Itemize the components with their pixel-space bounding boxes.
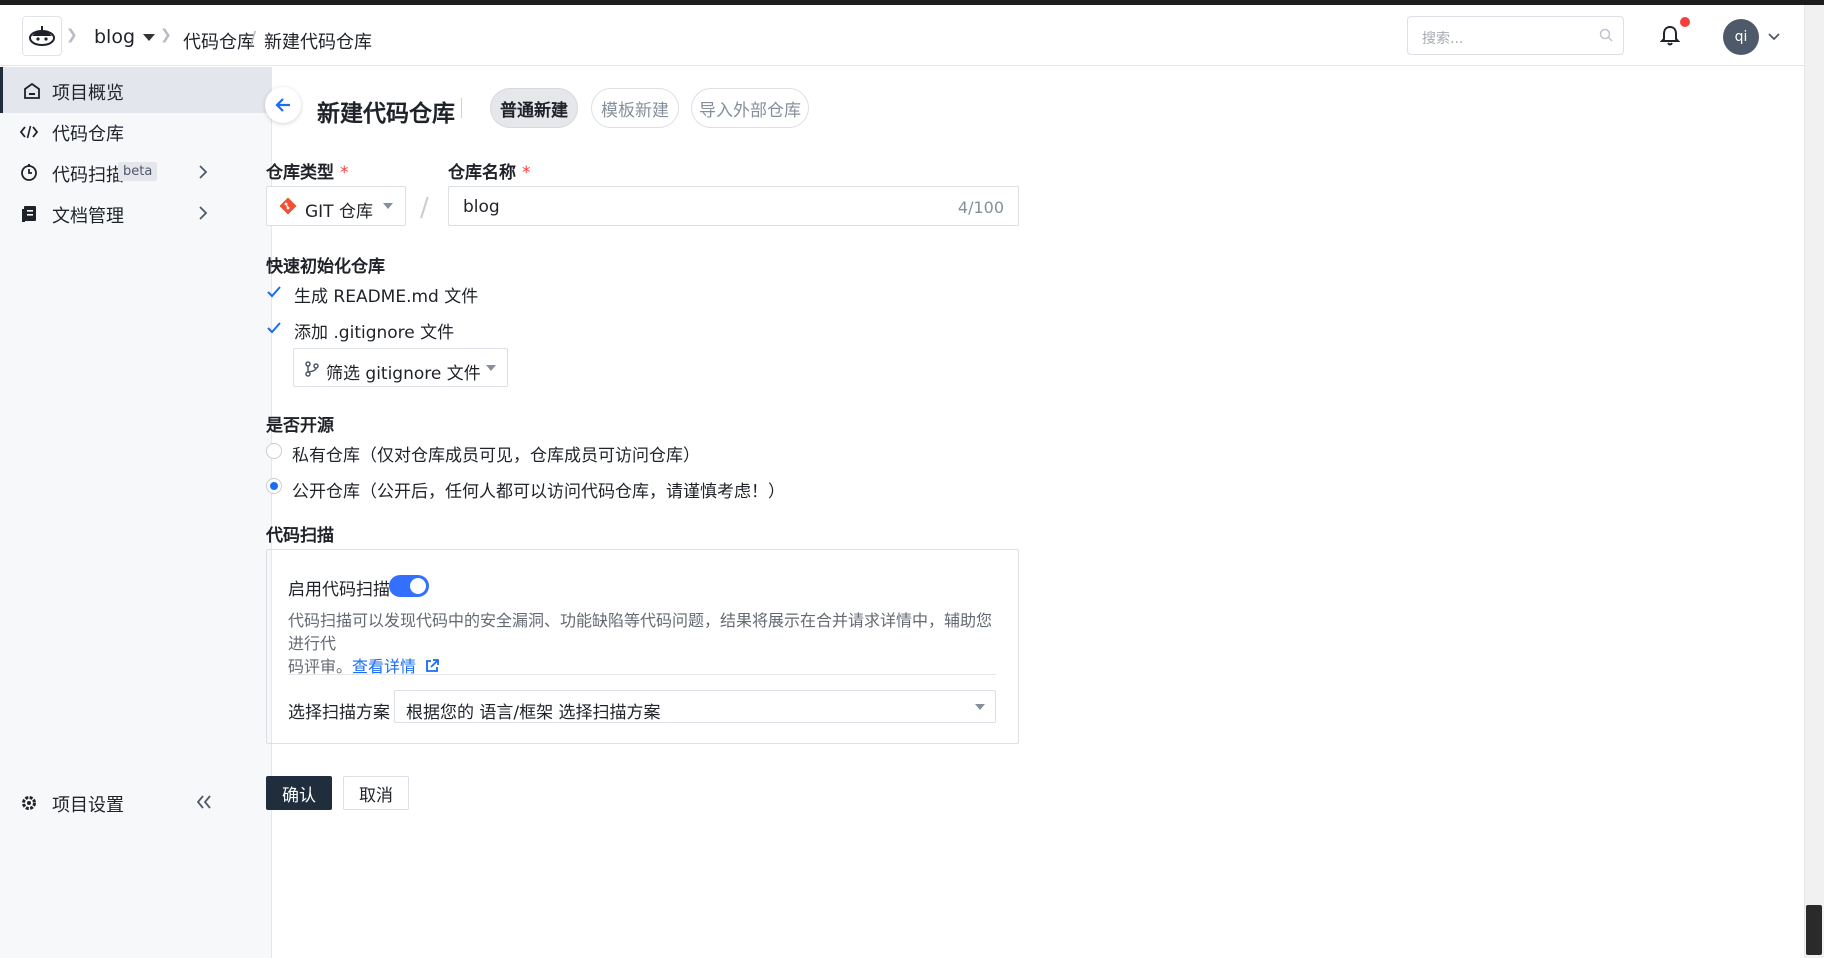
page-scrollbar[interactable] [1804,5,1824,958]
check-icon [267,322,281,334]
collapse-icon[interactable] [196,795,212,809]
breadcrumb-current: 新建代码仓库 [264,32,372,53]
branch-icon [305,361,319,377]
bell-icon[interactable] [1660,25,1680,47]
open-source-label: 是否开源 [266,416,334,436]
sidebar: 项目概览 代码仓库 代码扫描 beta 文档管理 项目设置 [0,67,272,958]
document-icon [19,204,39,224]
scan-desc-line1: 代码扫描可以发现代码中的安全漏洞、功能缺陷等代码问题，结果将展示在合并请求详情中… [288,611,993,653]
title-divider [461,98,462,118]
scan-plan-select[interactable]: 根据您的 语言/框架 选择扫描方案 [394,690,996,723]
code-icon [19,122,39,142]
scan-description: 代码扫描可以发现代码中的安全漏洞、功能缺陷等代码问题，结果将展示在合并请求详情中… [288,609,1003,678]
scan-icon [19,163,39,183]
tab-import-external[interactable]: 导入外部仓库 [691,88,809,128]
chevron-down-icon [486,365,496,371]
repo-type-label-text: 仓库类型 [266,163,334,183]
sidebar-item-label: 代码扫描 [52,165,124,186]
private-label[interactable]: 私有仓库（仅对仓库成员可见，仓库成员可访问仓库） [292,441,700,466]
char-counter: 4/100 [957,198,1004,217]
sidebar-item-docs[interactable]: 文档管理 [0,190,271,236]
sidebar-item-label: 文档管理 [52,206,124,227]
public-radio[interactable] [266,478,282,494]
breadcrumb-separator: / [250,28,257,49]
breadcrumb-project-label: blog [94,26,136,48]
chevron-down-icon [383,203,393,209]
search-input[interactable]: 搜索... [1407,16,1624,55]
home-icon [22,81,42,101]
top-header: ❯ blog ❯ 代码仓库 / 新建代码仓库 搜索... qi [0,5,1804,66]
tab-template-create[interactable]: 模板新建 [591,88,679,128]
sidebar-item-code-scan[interactable]: 代码扫描 beta [0,149,271,195]
sidebar-item-label: 项目概览 [52,83,124,104]
chevron-right-icon [199,165,208,179]
notification-dot [1680,17,1690,27]
back-button[interactable] [265,87,301,123]
sidebar-item-label: 代码仓库 [52,124,124,145]
scan-divider [288,674,996,675]
repo-name-value: blog [463,197,500,217]
gitignore-select-value: 筛选 gitignore 文件 [326,364,481,384]
readme-checkbox[interactable] [266,284,282,300]
readme-label[interactable]: 生成 README.md 文件 [294,282,478,307]
avatar[interactable]: qi [1723,19,1759,55]
sidebar-item-repos[interactable]: 代码仓库 [0,108,271,154]
path-separator: / [420,193,429,223]
scan-plan-value: 根据您的 语言/框架 选择扫描方案 [406,703,661,723]
scrollbar-thumb[interactable] [1806,905,1822,955]
check-icon [267,286,281,298]
sidebar-item-label: 项目设置 [52,795,124,816]
scan-section-label: 代码扫描 [266,526,334,546]
enable-scan-label: 启用代码扫描 [288,580,390,600]
gitignore-checkbox[interactable] [266,320,282,336]
gitignore-select[interactable]: 筛选 gitignore 文件 [293,348,508,387]
confirm-button[interactable]: 确认 [266,776,332,810]
required-mark: * [340,163,349,183]
required-mark: * [522,163,531,183]
chevron-down-icon[interactable] [1768,33,1780,41]
scan-panel: 启用代码扫描 代码扫描可以发现代码中的安全漏洞、功能缺陷等代码问题，结果将展示在… [266,549,1019,744]
git-icon [279,197,297,215]
chevron-right-icon: ❯ [160,27,172,43]
repo-name-label: 仓库名称 * [448,158,531,183]
breadcrumb-project[interactable]: blog [94,26,156,48]
search-icon [1599,28,1613,42]
repo-name-label-text: 仓库名称 [448,163,516,183]
page-title: 新建代码仓库 [317,101,455,127]
tab-normal-create[interactable]: 普通新建 [490,88,578,128]
breadcrumb-repos[interactable]: 代码仓库 [183,28,255,54]
public-label[interactable]: 公开仓库（公开后，任何人都可以访问代码仓库，请谨慎考虑！） [292,477,785,502]
chevron-down-icon [975,704,985,710]
beta-badge: beta [118,162,158,181]
sidebar-item-overview[interactable]: 项目概览 [0,67,271,113]
sidebar-item-settings[interactable]: 项目设置 [0,779,271,825]
cancel-button[interactable]: 取消 [343,776,409,810]
gear-icon [19,793,39,813]
external-link-icon[interactable] [425,659,440,673]
quick-init-label: 快速初始化仓库 [266,257,385,277]
repo-name-input[interactable]: blog 4/100 [448,186,1019,226]
gitignore-label[interactable]: 添加 .gitignore 文件 [294,318,454,343]
chevron-down-icon [143,34,156,41]
repo-type-label: 仓库类型 * [266,158,349,183]
scan-plan-label: 选择扫描方案 [288,703,390,723]
main-content: 新建代码仓库 普通新建 模板新建 导入外部仓库 仓库类型 * 仓库名称 * GIT … [265,67,1804,958]
enable-scan-toggle[interactable] [389,575,429,597]
private-radio[interactable] [266,443,282,459]
logo-icon [29,26,55,46]
search-placeholder: 搜索... [1422,31,1464,47]
chevron-right-icon [199,206,208,220]
arrow-left-icon [275,98,290,112]
repo-type-value: GIT 仓库 [305,202,373,222]
app-logo[interactable] [22,16,62,56]
repo-type-select[interactable]: GIT 仓库 [266,186,406,226]
chevron-right-icon: ❯ [66,27,78,43]
